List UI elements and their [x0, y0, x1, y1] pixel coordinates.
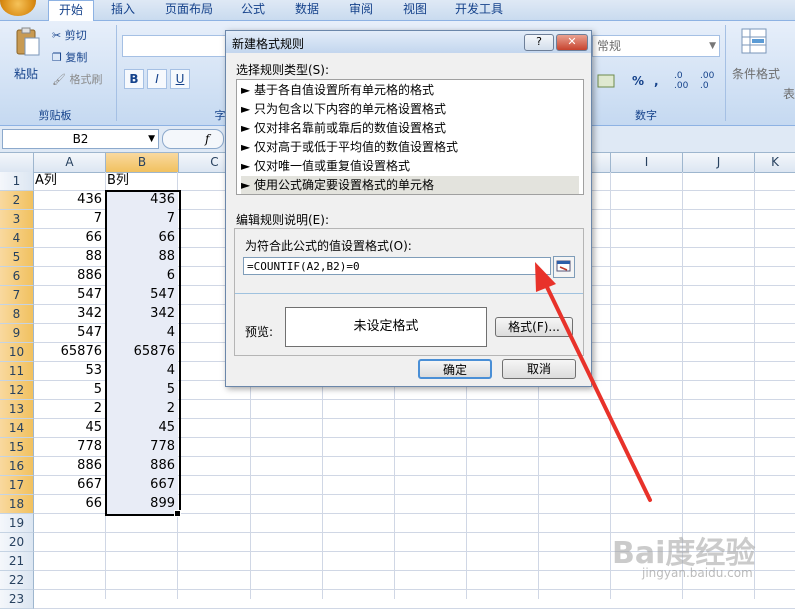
- watermark-url: jingyan.baidu.com: [642, 566, 753, 580]
- annotation-arrow: [535, 262, 652, 502]
